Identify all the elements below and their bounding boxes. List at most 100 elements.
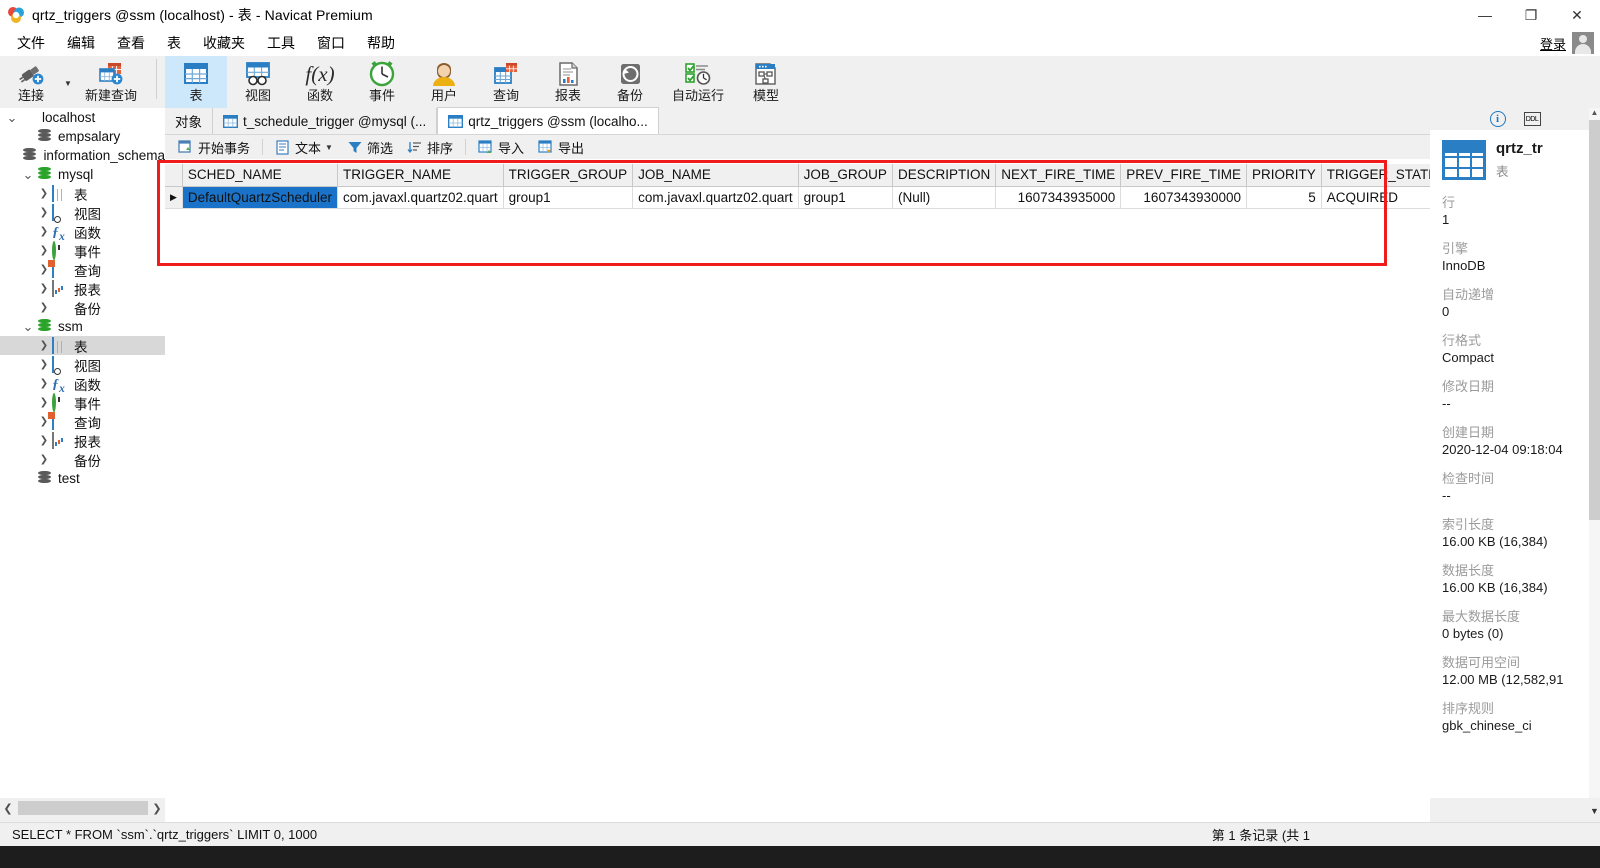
ddl-icon[interactable]: DDL — [1523, 112, 1541, 126]
tab-t-schedule-trigger[interactable]: t_schedule_trigger @mysql (... — [213, 108, 438, 134]
info-panel-scroll-up[interactable]: ▲ — [1589, 108, 1600, 120]
menu-file[interactable]: 文件 — [6, 30, 56, 56]
scroll-right-arrow[interactable]: ❯ — [149, 802, 165, 815]
chevron-right-icon[interactable]: ❯ — [36, 378, 52, 389]
chevron-right-icon[interactable]: ❯ — [36, 283, 52, 294]
tree-node[interactable]: ❯ 备份 — [0, 298, 165, 317]
chevron-right-icon[interactable]: ❯ — [36, 188, 52, 199]
avatar[interactable] — [1572, 32, 1594, 54]
column-header[interactable]: TRIGGER_GROUP — [503, 164, 634, 187]
menu-edit[interactable]: 编辑 — [56, 30, 106, 56]
table-cell[interactable]: com.javaxl.quartz02.quart — [632, 186, 799, 209]
tab-objects[interactable]: 对象 — [165, 108, 213, 134]
table-cell[interactable]: 1607343935000 — [995, 186, 1122, 209]
toolbar-connection[interactable]: 连接 — [0, 56, 62, 108]
tree-node[interactable]: ⌄ mysql — [0, 165, 165, 184]
chevron-right-icon[interactable]: ❯ — [36, 340, 52, 351]
table-cell[interactable]: 1607343930000 — [1120, 186, 1248, 209]
menu-window[interactable]: 窗口 — [306, 30, 356, 56]
filter-button[interactable]: 筛选 — [340, 136, 400, 158]
table-cell[interactable]: group1 — [798, 186, 893, 209]
toolbar-function[interactable]: f(x) 函数 — [289, 56, 351, 108]
scroll-left-arrow[interactable]: ❮ — [0, 802, 16, 815]
column-header[interactable]: TRIGGER_STATE — [1321, 164, 1444, 187]
column-header[interactable]: TRIGGER_NAME — [337, 164, 504, 187]
data-grid[interactable]: SCHED_NAME TRIGGER_NAME TRIGGER_GROUP JOB_N… — [165, 164, 1444, 868]
table-cell[interactable]: 5 — [1246, 186, 1322, 209]
sidebar-scroll-thumb[interactable] — [18, 801, 148, 815]
table-cell[interactable]: group1 — [503, 186, 634, 209]
column-header[interactable]: JOB_NAME — [632, 164, 799, 187]
login-link[interactable]: 登录 — [1540, 34, 1566, 53]
toolbar-event[interactable]: 事件 — [351, 56, 413, 108]
chevron-right-icon[interactable]: ❯ — [36, 207, 52, 218]
export-button[interactable]: 导出 — [531, 136, 591, 158]
tree-node[interactable]: ❯ 报表 — [0, 431, 165, 450]
chevron-right-icon[interactable]: ❯ — [36, 245, 52, 256]
chevron-down-icon[interactable]: ▼ — [325, 143, 333, 152]
tree-node[interactable]: ❯ 查询 — [0, 412, 165, 431]
toolbar-model[interactable]: 模型 — [735, 56, 797, 108]
chevron-right-icon[interactable]: ❯ — [36, 302, 52, 313]
table-row[interactable]: ▶ DefaultQuartzScheduler com.javaxl.quartz… — [165, 186, 1444, 209]
toolbar-user[interactable]: 用户 — [413, 56, 475, 108]
tree-node[interactable]: ❯ 报表 — [0, 279, 165, 298]
column-header[interactable]: JOB_GROUP — [798, 164, 893, 187]
menu-table[interactable]: 表 — [156, 30, 192, 56]
tree-node[interactable]: ❯ 表 — [0, 336, 165, 355]
sort-button[interactable]: 排序 — [400, 136, 460, 158]
toolbar-query[interactable]: 查询 — [475, 56, 537, 108]
toolbar-automation[interactable]: 自动运行 — [661, 56, 735, 108]
chevron-right-icon[interactable]: ❯ — [36, 359, 52, 370]
toolbar-report[interactable]: 报表 — [537, 56, 599, 108]
tree-node[interactable]: information_schema — [0, 146, 165, 165]
chevron-right-icon[interactable]: ❯ — [36, 435, 52, 446]
table-cell[interactable]: DefaultQuartzScheduler — [182, 186, 339, 209]
tree-node[interactable]: ❯ 事件 — [0, 393, 165, 412]
close-button[interactable]: ✕ — [1554, 0, 1600, 30]
info-panel-scrollbar[interactable] — [1589, 120, 1600, 798]
minimize-button[interactable]: — — [1462, 0, 1508, 30]
menu-favorites[interactable]: 收藏夹 — [192, 30, 256, 56]
tree-node[interactable]: ❯ ƒx 函数 — [0, 374, 165, 395]
table-cell[interactable]: com.javaxl.quartz02.quart — [337, 186, 504, 209]
table-cell[interactable]: ACQUIRED — [1321, 186, 1444, 209]
chevron-down-icon[interactable]: ⌄ — [4, 111, 20, 124]
tree-node[interactable]: ⌄ localhost — [0, 108, 165, 127]
sidebar-hscrollbar[interactable]: ❮ ❯ — [0, 798, 165, 818]
import-button[interactable]: 导入 — [471, 136, 531, 158]
toolbar-new-query[interactable]: 新建查询 — [74, 56, 148, 108]
info-panel-scroll-thumb[interactable] — [1589, 120, 1600, 520]
chevron-down-icon[interactable]: ⌄ — [20, 320, 36, 333]
column-header[interactable]: PRIORITY — [1246, 164, 1322, 187]
tree-node[interactable]: ❯ 查询 — [0, 260, 165, 279]
object-tree[interactable]: ⌄ localhost empsalary information_schema ⌄ my… — [0, 108, 165, 798]
menu-tools[interactable]: 工具 — [256, 30, 306, 56]
tree-node[interactable]: ❯ 表 — [0, 184, 165, 203]
toolbar-view[interactable]: 视图 — [227, 56, 289, 108]
sidebar-scroll-track[interactable] — [16, 801, 149, 815]
connection-dropdown-caret[interactable]: ▼ — [62, 56, 74, 108]
column-header[interactable]: SCHED_NAME — [182, 164, 339, 187]
column-header[interactable]: DESCRIPTION — [892, 164, 997, 187]
records-table[interactable]: SCHED_NAME TRIGGER_NAME TRIGGER_GROUP JOB_N… — [165, 164, 1444, 209]
tree-node[interactable]: ❯ 视图 — [0, 203, 165, 222]
tree-node[interactable]: ❯ 备份 — [0, 450, 165, 469]
chevron-right-icon[interactable]: ❯ — [36, 226, 52, 237]
table-cell[interactable]: (Null) — [892, 186, 997, 209]
chevron-down-icon[interactable]: ⌄ — [20, 168, 36, 181]
column-header[interactable]: NEXT_FIRE_TIME — [995, 164, 1122, 187]
tab-qrtz-triggers[interactable]: qrtz_triggers @ssm (localho... — [437, 107, 659, 134]
info-icon[interactable]: i — [1489, 111, 1506, 127]
info-panel-scroll-down[interactable]: ▼ — [1589, 806, 1600, 820]
text-button[interactable]: 文本 ▼ — [268, 136, 340, 158]
menu-view[interactable]: 查看 — [106, 30, 156, 56]
column-header[interactable]: PREV_FIRE_TIME — [1120, 164, 1248, 187]
tree-node[interactable]: empsalary — [0, 127, 165, 146]
tree-node[interactable]: test — [0, 469, 165, 488]
begin-transaction-button[interactable]: 开始事务 — [171, 136, 257, 158]
tree-node[interactable]: ❯ 视图 — [0, 355, 165, 374]
chevron-right-icon[interactable]: ❯ — [36, 454, 52, 465]
tree-node[interactable]: ❯ ƒx 函数 — [0, 222, 165, 243]
maximize-button[interactable]: ❐ — [1508, 0, 1554, 30]
